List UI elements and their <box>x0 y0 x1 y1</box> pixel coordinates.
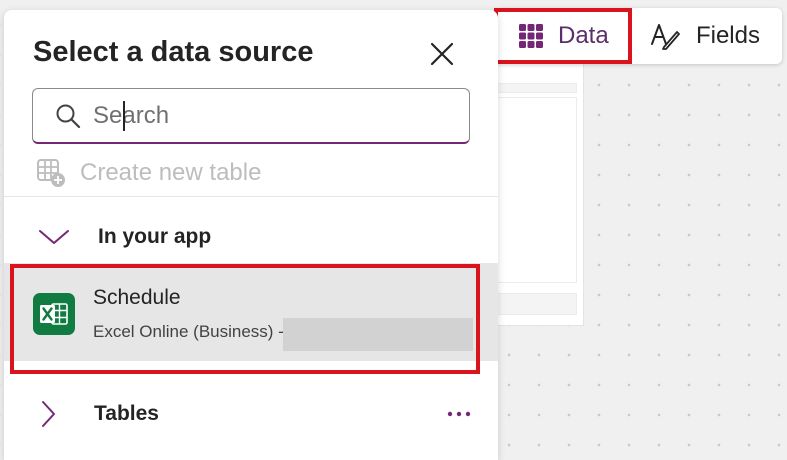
section-tables-label: Tables <box>94 402 159 425</box>
search-box <box>32 88 470 144</box>
data-source-panel: Select a data source Create new table In… <box>4 10 498 460</box>
canvas-strip <box>487 97 577 283</box>
close-icon[interactable] <box>428 40 456 68</box>
panel-title: Select a data source <box>33 36 314 68</box>
canvas-strip <box>487 293 577 315</box>
grid-data-icon <box>519 24 543 48</box>
chevron-down-icon <box>39 230 69 244</box>
data-source-connector: Excel Online (Business) - <box>93 322 284 341</box>
create-new-table-button[interactable]: Create new table <box>36 158 261 188</box>
search-input[interactable] <box>93 101 453 130</box>
fields-button-label: Fields <box>695 22 760 49</box>
data-source-name: Schedule <box>93 286 181 309</box>
divider <box>4 196 498 197</box>
table-add-icon <box>37 159 65 187</box>
canvas-strip <box>487 83 577 93</box>
chevron-right-icon <box>42 401 55 427</box>
redacted-account <box>283 318 473 351</box>
data-source-item-schedule[interactable]: Schedule Excel Online (Business) - <box>4 263 498 361</box>
fields-button[interactable]: Fields <box>632 8 782 64</box>
data-button-label: Data <box>558 22 609 49</box>
section-in-your-app[interactable]: In your app <box>38 222 211 252</box>
data-button[interactable]: Data <box>494 8 632 64</box>
excel-icon <box>33 293 75 335</box>
more-options-icon[interactable] <box>444 404 474 424</box>
properties-toolbar: Data Fields <box>494 8 782 64</box>
section-tables[interactable]: Tables <box>38 399 159 429</box>
search-icon <box>56 104 81 128</box>
text-caret <box>123 101 125 131</box>
create-new-table-label: Create new table <box>80 159 262 186</box>
fields-pen-icon <box>650 24 680 50</box>
section-in-your-app-label: In your app <box>98 225 212 248</box>
